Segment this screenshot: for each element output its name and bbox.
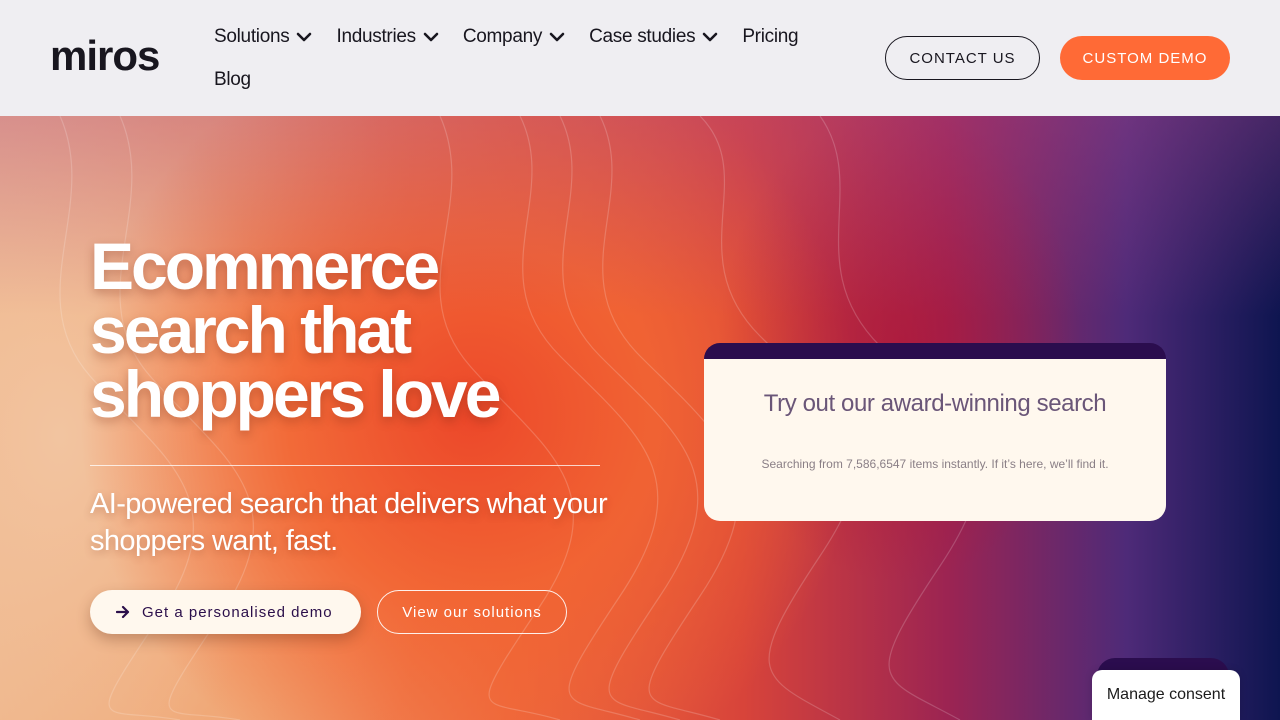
nav-label: Blog	[214, 68, 251, 90]
chevron-down-icon	[297, 32, 312, 41]
site-header: miros Solutions Industries Company Case …	[0, 0, 1280, 116]
nav-item-solutions[interactable]: Solutions	[214, 20, 314, 53]
chevron-down-icon	[703, 32, 718, 41]
hero-section: Ecommerce search that shoppers love AI-p…	[0, 116, 1280, 720]
headline-line: search that	[90, 293, 412, 367]
nav-label: Case studies	[589, 25, 696, 47]
nav-item-pricing[interactable]: Pricing	[742, 20, 798, 53]
chevron-down-icon	[423, 32, 439, 41]
headline-line: shoppers love	[90, 357, 501, 431]
hero-subhead: AI-powered search that delivers what you…	[90, 488, 608, 557]
chevron-down-icon	[549, 32, 565, 41]
nav-label: Pricing	[742, 25, 799, 47]
search-card-subtitle: Searching from 7,586,6547 items instantl…	[761, 457, 1109, 471]
personalised-demo-button[interactable]: Get a personalised demo	[90, 590, 361, 634]
headline-line: Ecommerce	[90, 229, 440, 303]
manage-consent-button[interactable]: Manage consent	[1092, 670, 1240, 720]
personalised-demo-label: Get a personalised demo	[142, 603, 333, 621]
nav-item-case-studies[interactable]: Case studies	[589, 20, 720, 53]
custom-demo-button[interactable]: CUSTOM DEMO	[1060, 36, 1230, 80]
nav-label: Company	[462, 25, 543, 47]
nav-label: Solutions	[214, 25, 290, 47]
arrow-right-icon	[116, 605, 130, 619]
search-card: Try out our award-winning search Searchi…	[704, 359, 1166, 521]
logo-text: miros	[50, 38, 159, 76]
nav-item-company[interactable]: Company	[463, 20, 567, 53]
miros-logo[interactable]: miros	[50, 38, 194, 76]
main-nav: Solutions Industries Company Case studie…	[214, 20, 854, 106]
hero-headline: Ecommerce search that shoppers love	[90, 229, 610, 431]
nav-item-industries[interactable]: Industries	[336, 20, 440, 53]
nav-item-blog[interactable]: Blog	[214, 63, 251, 96]
search-card-title: Try out our award-winning search	[763, 390, 1107, 417]
nav-label: Industries	[336, 25, 416, 47]
contact-us-button[interactable]: CONTACT US	[885, 36, 1040, 80]
view-solutions-button[interactable]: View our solutions	[377, 590, 567, 634]
hero-divider	[90, 465, 600, 466]
